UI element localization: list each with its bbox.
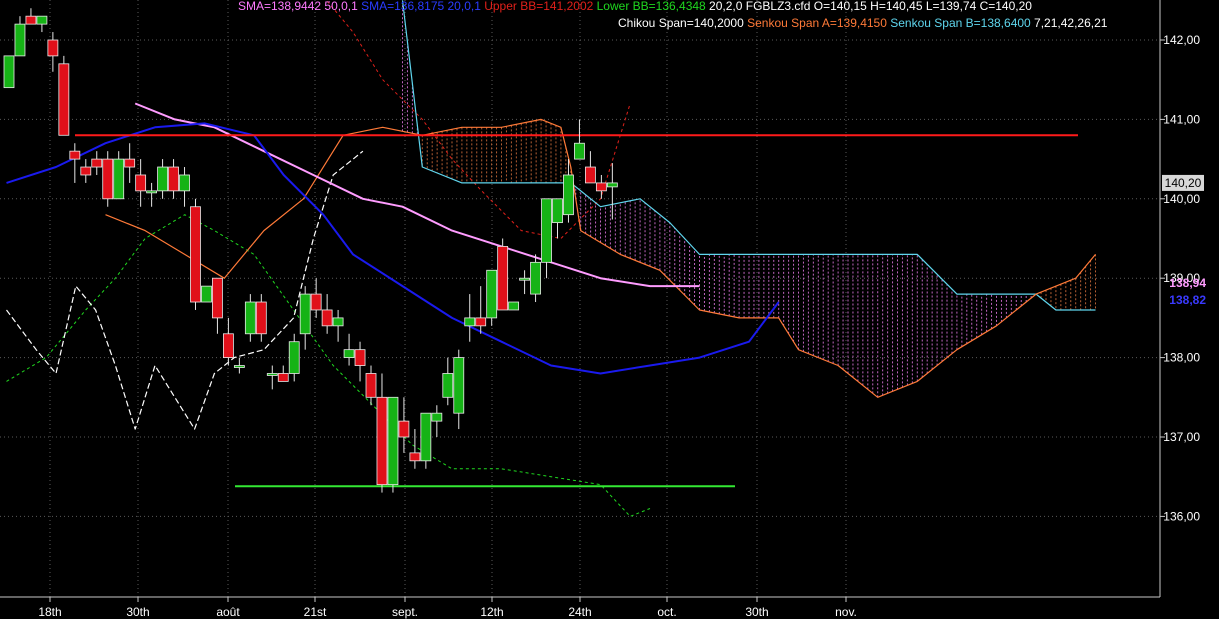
candle-body [398, 420, 410, 438]
candle-body [552, 198, 563, 224]
axis-panel-right [1160, 0, 1219, 619]
sma50-price-label: 138,94 [1169, 276, 1206, 290]
candle-body [266, 373, 278, 376]
candle-body [585, 166, 596, 184]
y-tick-label: 138,00 [1163, 351, 1200, 365]
candle-body [332, 317, 344, 327]
x-tick-label: oct. [657, 605, 676, 619]
candle [190, 198, 201, 310]
axis-panel-bottom [0, 597, 1219, 619]
candle-body [299, 293, 311, 335]
candle-body [102, 158, 114, 200]
last-price-label: 140,20 [1165, 176, 1202, 190]
candle-body [420, 412, 432, 462]
y-tick-label: 136,00 [1163, 509, 1200, 523]
candle [3, 55, 15, 89]
candle-body [146, 190, 158, 194]
candle-body [497, 246, 509, 311]
candle-body [574, 142, 585, 160]
candle [58, 55, 70, 136]
candle [497, 238, 509, 311]
x-tick-label: 24th [568, 605, 591, 619]
candle-body [563, 174, 574, 216]
candle-body [91, 158, 103, 168]
x-tick-label: 18th [38, 605, 61, 619]
candle-body [244, 301, 256, 335]
candle-body [233, 365, 245, 368]
candle-body [25, 15, 37, 25]
candle [508, 301, 520, 311]
candle-body [442, 373, 454, 398]
x-tick-label: 30th [126, 605, 149, 619]
x-tick-label: 12th [480, 605, 503, 619]
y-tick-label: 137,00 [1163, 430, 1200, 444]
ichimoku-price-chart[interactable]: 136,00137,00138,00139,00140,00141,00142,… [0, 0, 1219, 619]
candle-body [47, 39, 59, 57]
candle-body [69, 150, 81, 160]
candle-body [288, 341, 300, 374]
candle-body [157, 166, 168, 192]
candle-body [168, 166, 179, 192]
candle-body [255, 301, 267, 335]
candle-body [453, 357, 465, 414]
candle-body [277, 373, 289, 382]
candle-body [595, 182, 607, 192]
candle-body [310, 293, 322, 311]
candle [420, 412, 432, 469]
candle-body [475, 317, 487, 327]
x-tick-label: sept. [392, 605, 418, 619]
candle-body [431, 412, 443, 422]
candle [486, 269, 498, 326]
candle-body [387, 396, 399, 486]
candle-body [519, 277, 530, 281]
y-tick-label: 140,00 [1163, 192, 1200, 206]
candle-body [124, 158, 136, 168]
x-tick-label: nov. [835, 605, 857, 619]
x-tick-label: août [216, 605, 240, 619]
candle-body [212, 277, 223, 319]
plot-background [0, 0, 1160, 597]
candle [201, 285, 212, 303]
candle-body [14, 23, 26, 57]
candle-body [201, 285, 212, 303]
candle-body [58, 63, 70, 136]
candle-body [464, 317, 476, 327]
x-tick-label: 30th [745, 605, 768, 619]
candle [102, 151, 114, 207]
y-tick-label: 142,00 [1163, 33, 1200, 47]
candle-body [606, 182, 618, 188]
y-tick-label: 141,00 [1163, 112, 1200, 126]
candle-body [135, 174, 147, 192]
candle-body [376, 396, 388, 486]
candle-body [541, 198, 552, 263]
sma20-price-label: 138,82 [1169, 293, 1206, 307]
candle-body [222, 333, 234, 358]
candle-body [113, 158, 125, 200]
x-tick-label: 21st [304, 605, 327, 619]
candle-body [179, 174, 190, 192]
candle-body [321, 309, 333, 327]
candle-body [409, 452, 421, 462]
candle-body [486, 269, 498, 319]
candle-body [354, 349, 366, 366]
candle-body [530, 261, 541, 295]
candle-body [365, 373, 377, 398]
candle-body [343, 349, 355, 359]
candle [387, 396, 399, 493]
candle-body [36, 15, 48, 25]
candle-body [3, 55, 15, 89]
candle-body [508, 301, 520, 311]
candle-body [190, 206, 201, 303]
candle-body [80, 166, 92, 176]
